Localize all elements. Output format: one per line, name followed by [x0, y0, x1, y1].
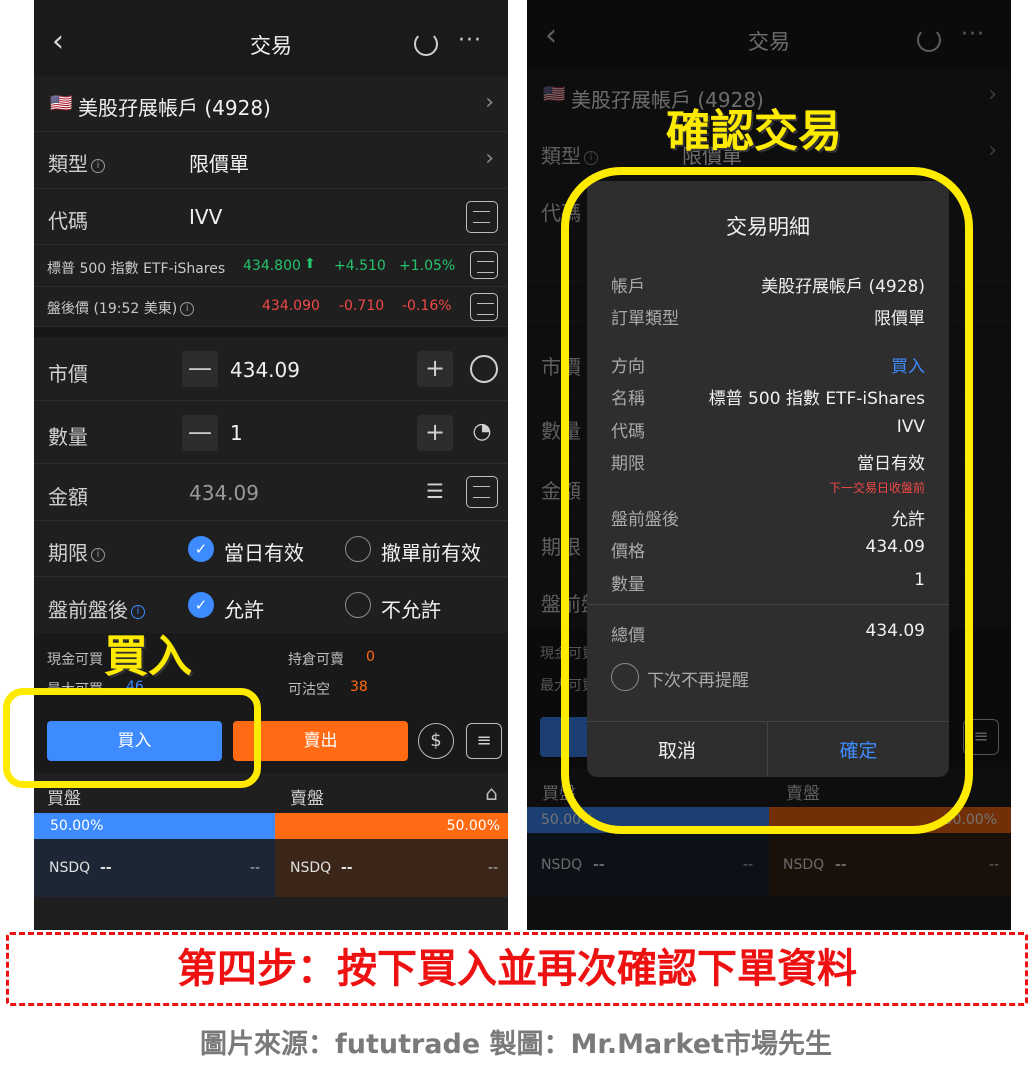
info-icon[interactable]: i — [91, 547, 105, 562]
validity-label: 期限 — [48, 541, 88, 565]
check-icon[interactable]: ✓ — [188, 592, 214, 618]
info-icon[interactable]: i — [131, 604, 145, 619]
amount-label: 金額 — [48, 485, 88, 509]
validity-option-gtc[interactable]: 撤單前有效 — [381, 537, 481, 566]
more-icon[interactable]: ··· — [458, 28, 482, 53]
after-hours-row: 盤後價 (19:52 美東) i 434.090 -0.710 -0.16% — [34, 287, 508, 327]
extended-option-deny[interactable]: 不允許 — [381, 594, 441, 623]
bid-ratio-bar: 50.00% — [34, 813, 275, 839]
bid-size: -- — [249, 860, 260, 876]
minus-icon[interactable]: — — [182, 415, 218, 451]
quantity-row: 數量 — 1 + ◔ — [34, 401, 508, 464]
account-name: 美股孖展帳戶 (4928) — [78, 96, 271, 120]
hold-sell-label: 持倉可賣 — [288, 652, 344, 668]
gauge-icon[interactable]: ◔ — [464, 415, 500, 451]
symbol-value[interactable]: IVV — [189, 205, 222, 229]
up-arrow-icon: ⬆ — [304, 256, 316, 272]
bid-exchange: NSDQ — [49, 860, 91, 876]
ask-ratio-bar: 50.00% — [275, 813, 508, 839]
ask-exchange: NSDQ — [290, 860, 332, 876]
radio-icon[interactable] — [345, 536, 371, 562]
amount-row: 金額 434.09 ☰ — [34, 464, 508, 521]
sliders-icon[interactable]: ☰ — [417, 475, 453, 511]
image-credit: 圖片來源：fututrade 製圖：Mr.Market市場先生 — [199, 1029, 833, 1060]
dollar-icon[interactable]: $ — [418, 723, 454, 759]
quote-change: +4.510 — [334, 258, 386, 274]
minus-icon[interactable]: — — [182, 351, 218, 387]
ask-price: -- — [341, 860, 353, 876]
chevron-right-icon: › — [485, 146, 494, 171]
bank-icon[interactable]: ⌂ — [485, 781, 498, 805]
symbol-label: 代碼 — [48, 209, 88, 233]
plus-icon[interactable]: + — [417, 415, 453, 451]
confirm-callout: 確認交易 — [666, 106, 842, 157]
after-hours-price: 434.090 — [262, 298, 320, 314]
price-row: 市價 — 434.09 + — [34, 337, 508, 401]
order-type-value: 限價單 — [189, 152, 249, 176]
calculator-icon[interactable] — [466, 476, 498, 508]
quote-pct: +1.05% — [399, 258, 456, 274]
price-label: 市價 — [48, 362, 88, 386]
watchlist-box-icon[interactable] — [466, 201, 498, 233]
ask-ratio: 50.00% — [446, 818, 500, 834]
info-icon[interactable]: i — [91, 158, 105, 173]
symbol-row[interactable]: 代碼 IVV — [34, 189, 508, 245]
bid-level: NSDQ -- -- — [34, 839, 275, 897]
quote-name: 標普 500 指數 ETF-iShares — [47, 261, 226, 277]
step-banner: 第四步：按下買入並再次確認下單資料 — [6, 932, 1028, 1006]
buy-callout: 買入 — [104, 631, 192, 682]
amount-value: 434.09 — [189, 481, 259, 505]
info-icon[interactable]: i — [180, 302, 195, 316]
chevron-right-icon: › — [485, 90, 494, 115]
account-row[interactable]: 🇺🇸 美股孖展帳戶 (4928) › — [34, 76, 508, 132]
trade-screen-left: ‹ 交易 ··· 🇺🇸 美股孖展帳戶 (4928) › 類型 i 限價單 › 代碼… — [34, 0, 508, 930]
after-hours-pct: -0.16% — [402, 298, 452, 314]
nav-bar: ‹ 交易 ··· — [34, 0, 508, 76]
check-icon[interactable]: ✓ — [188, 536, 214, 562]
order-type-row[interactable]: 類型i 限價單 › — [34, 132, 508, 189]
hold-sell-value: 0 — [366, 649, 375, 665]
buy-highlight-frame — [3, 688, 261, 788]
refresh-icon[interactable] — [414, 32, 438, 56]
bid-price: -- — [100, 860, 112, 876]
ask-size: -- — [487, 860, 498, 876]
quote-row: 標普 500 指數 ETF-iShares 434.800 ⬆ +4.510 +… — [34, 245, 508, 287]
order-type-label: 類型 — [48, 152, 88, 176]
target-icon[interactable] — [470, 355, 498, 383]
after-hours-change: -0.710 — [339, 298, 385, 314]
validity-option-day[interactable]: 當日有效 — [224, 537, 304, 566]
plus-icon[interactable]: + — [417, 351, 453, 387]
confirm-highlight-frame — [561, 167, 973, 834]
price-input[interactable]: 434.09 — [230, 358, 300, 382]
extended-hours-label: 盤前盤後 — [48, 598, 128, 622]
us-flag-icon: 🇺🇸 — [50, 93, 73, 114]
ask-level: NSDQ -- -- — [275, 839, 508, 897]
chart-icon[interactable] — [470, 293, 498, 321]
short-label: 可沽空 — [288, 682, 330, 698]
validity-row: 期限 i ✓ 當日有效 撤單前有效 — [34, 521, 508, 577]
chart-icon[interactable] — [470, 251, 498, 279]
extended-option-allow[interactable]: 允許 — [224, 594, 264, 623]
quantity-label: 數量 — [48, 425, 88, 449]
cash-buy-label: 現金可買 — [47, 652, 103, 668]
clipboard-icon[interactable]: ≡ — [466, 723, 502, 759]
ask-label: 賣盤 — [290, 789, 324, 809]
short-value: 38 — [350, 679, 368, 695]
bid-ratio: 50.00% — [50, 818, 104, 834]
quantity-input[interactable]: 1 — [230, 421, 243, 445]
quote-price: 434.800 — [243, 258, 301, 274]
after-hours-label: 盤後價 (19:52 美東) — [47, 301, 178, 317]
radio-icon[interactable] — [345, 592, 371, 618]
